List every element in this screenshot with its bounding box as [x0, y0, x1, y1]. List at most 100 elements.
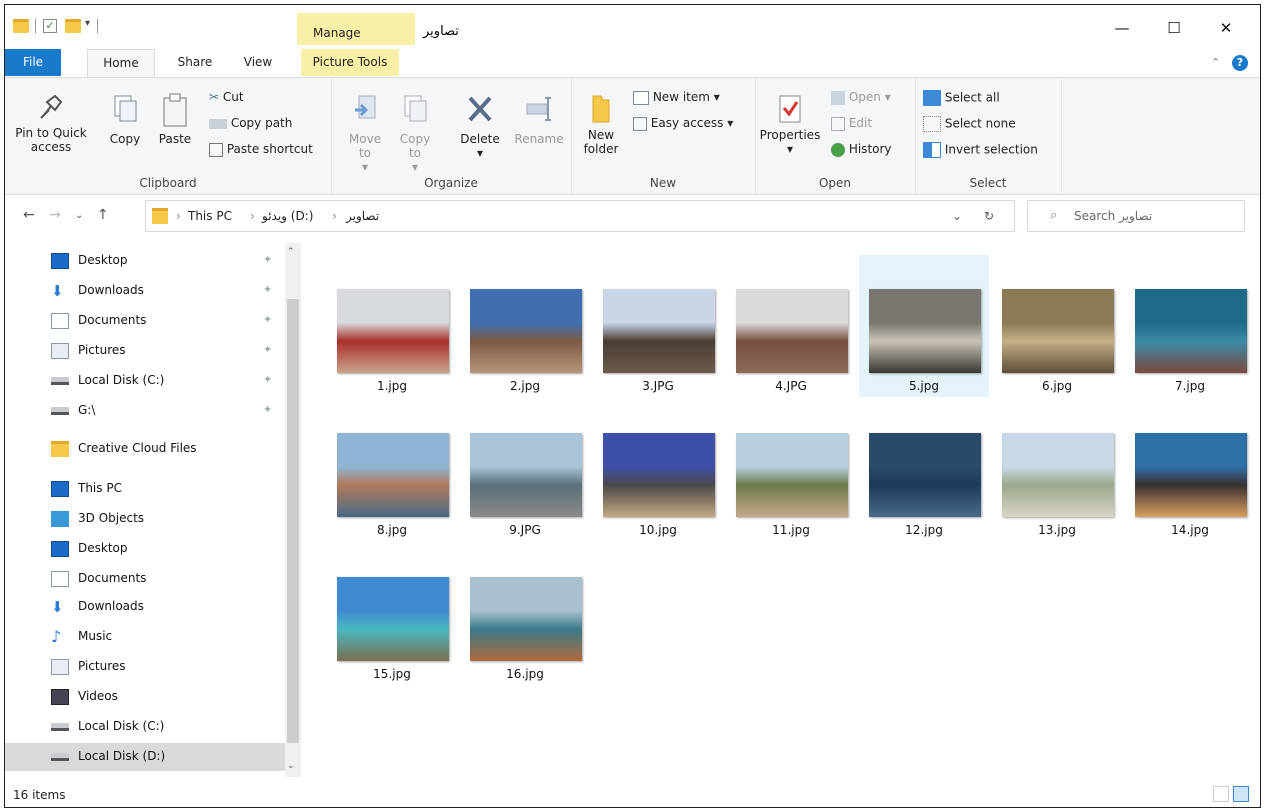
properties-quick-icon[interactable]: ✓: [43, 19, 57, 33]
file-tile[interactable]: 9.JPG: [460, 399, 590, 541]
nav-item[interactable]: Local Disk (C:): [5, 713, 285, 741]
nav-item[interactable]: ⬇ Downloads: [5, 593, 285, 621]
scroll-down-icon[interactable]: ⌄: [287, 761, 295, 771]
file-tile[interactable]: 11.jpg: [726, 399, 856, 541]
cut-button[interactable]: ✂ Cut: [209, 90, 244, 104]
file-tile[interactable]: 15.jpg: [327, 543, 457, 685]
nav-scroll-thumb[interactable]: [287, 299, 299, 743]
nav-item-label: Desktop: [78, 541, 128, 555]
select-group-label: Select: [969, 176, 1007, 190]
tab-file[interactable]: File: [5, 49, 61, 76]
up-button[interactable]: ↑: [97, 207, 109, 223]
disk-icon: [51, 377, 69, 385]
edit-button[interactable]: Edit: [831, 116, 872, 131]
file-tile[interactable]: 16.jpg: [460, 543, 590, 685]
disk-icon: [51, 723, 69, 731]
delete-button[interactable]: Delete ▾: [455, 92, 505, 160]
select-all-button[interactable]: Select all: [923, 90, 1000, 106]
tab-view[interactable]: View: [233, 49, 283, 76]
tab-manage[interactable]: Manage: [297, 13, 415, 45]
back-button[interactable]: ←: [23, 207, 35, 223]
forward-button[interactable]: →: [49, 207, 61, 223]
recent-locations-button[interactable]: ⌄: [75, 210, 83, 221]
file-tile[interactable]: 1.jpg: [327, 255, 457, 397]
nav-item[interactable]: Videos: [5, 683, 285, 711]
nav-item[interactable]: Local Disk (C:) ✦: [5, 367, 285, 395]
close-button[interactable]: ✕: [1203, 13, 1249, 43]
copy-button[interactable]: Copy: [105, 92, 145, 146]
breadcrumb-this-pc[interactable]: This PC: [188, 209, 232, 223]
search-input[interactable]: ⌕ Search تصاویر: [1027, 200, 1245, 232]
paste-button[interactable]: Paste: [153, 92, 197, 146]
nav-item[interactable]: Pictures: [5, 653, 285, 681]
downloads-icon: ⬇: [51, 282, 64, 300]
status-bar: 16 items: [5, 781, 1260, 807]
nav-item[interactable]: ♪ Music: [5, 623, 285, 651]
file-tile[interactable]: 14.jpg: [1125, 399, 1255, 541]
image-thumbnail: [869, 433, 981, 517]
nav-item[interactable]: Documents ✦: [5, 307, 285, 335]
rename-button[interactable]: Rename: [511, 92, 567, 146]
nav-item[interactable]: Documents: [5, 565, 285, 593]
file-tile[interactable]: 4.JPG: [726, 255, 856, 397]
tab-home[interactable]: Home: [87, 49, 155, 78]
file-tile[interactable]: 10.jpg: [593, 399, 723, 541]
breadcrumb-drive[interactable]: ویدئو (D:): [262, 209, 313, 223]
tab-share[interactable]: Share: [167, 49, 223, 76]
nav-scrollbar[interactable]: ⌃ ⌄: [285, 243, 301, 777]
pin-to-quick-access-button[interactable]: Pin to Quick access: [15, 92, 87, 154]
breadcrumb-folder[interactable]: تصاویر: [346, 209, 379, 223]
select-none-icon: [923, 116, 941, 132]
desktop-icon: [51, 253, 69, 269]
nav-item[interactable]: Desktop: [5, 535, 285, 563]
nav-item[interactable]: Pictures ✦: [5, 337, 285, 365]
pin-icon: ✦: [263, 283, 273, 296]
refresh-icon[interactable]: ↻: [984, 209, 994, 223]
file-tile[interactable]: 5.jpg: [859, 255, 989, 397]
scroll-up-icon[interactable]: ⌃: [287, 247, 295, 257]
file-tile[interactable]: 2.jpg: [460, 255, 590, 397]
customize-quick-access-icon[interactable]: ▾: [85, 18, 90, 34]
videos-icon: [51, 689, 69, 705]
nav-item[interactable]: G:\ ✦: [5, 397, 285, 425]
copy-path-button[interactable]: Copy path: [209, 116, 292, 130]
paste-shortcut-button[interactable]: Paste shortcut: [209, 142, 313, 157]
history-button[interactable]: History: [831, 142, 892, 157]
maximize-button[interactable]: ☐: [1151, 13, 1197, 43]
move-to-button[interactable]: Move to ▾: [345, 92, 385, 174]
properties-button[interactable]: Properties ▾: [757, 92, 823, 156]
address-dropdown-icon[interactable]: ⌄: [952, 209, 962, 223]
file-tile[interactable]: 7.jpg: [1125, 255, 1255, 397]
nav-item[interactable]: Local Disk (E:): [5, 771, 285, 777]
nav-item[interactable]: Local Disk (D:): [5, 743, 285, 771]
invert-selection-button[interactable]: Invert selection: [923, 142, 1038, 158]
nav-item[interactable]: Desktop ✦: [5, 247, 285, 275]
copy-to-button[interactable]: Copy to ▾: [395, 92, 435, 174]
file-tile[interactable]: 12.jpg: [859, 399, 989, 541]
file-tile[interactable]: 8.jpg: [327, 399, 457, 541]
easy-access-button[interactable]: Easy access ▾: [633, 116, 733, 131]
file-tile[interactable]: 13.jpg: [992, 399, 1122, 541]
image-thumbnail: [603, 289, 715, 373]
open-button[interactable]: Open ▾: [831, 90, 891, 105]
history-icon: [831, 142, 845, 157]
new-item-button[interactable]: New item ▾: [633, 90, 720, 105]
minimize-button[interactable]: —: [1099, 13, 1145, 43]
new-folder-button[interactable]: New folder: [577, 92, 625, 156]
file-tile[interactable]: 3.JPG: [593, 255, 723, 397]
tab-picture-tools[interactable]: Picture Tools: [301, 49, 399, 76]
select-none-button[interactable]: Select none: [923, 116, 1016, 132]
nav-item[interactable]: Creative Cloud Files: [5, 435, 285, 463]
address-bar[interactable]: › This PC › ویدئو (D:) › تصاویر ⌄ ↻: [145, 200, 1015, 232]
details-view-icon[interactable]: [1213, 786, 1229, 802]
nav-item[interactable]: 3D Objects: [5, 505, 285, 533]
open-icon: [831, 90, 845, 105]
help-icon[interactable]: ?: [1232, 55, 1248, 71]
large-icons-view-icon[interactable]: [1233, 786, 1249, 802]
title-bar: ✓ ▾ Manage تصاویر — ☐ ✕: [5, 5, 1260, 45]
nav-item[interactable]: This PC: [5, 475, 285, 503]
collapse-ribbon-icon[interactable]: ⌃: [1211, 56, 1220, 69]
nav-item[interactable]: ⬇ Downloads ✦: [5, 277, 285, 305]
file-tile[interactable]: 6.jpg: [992, 255, 1122, 397]
new-folder-quick-icon[interactable]: [65, 19, 81, 33]
